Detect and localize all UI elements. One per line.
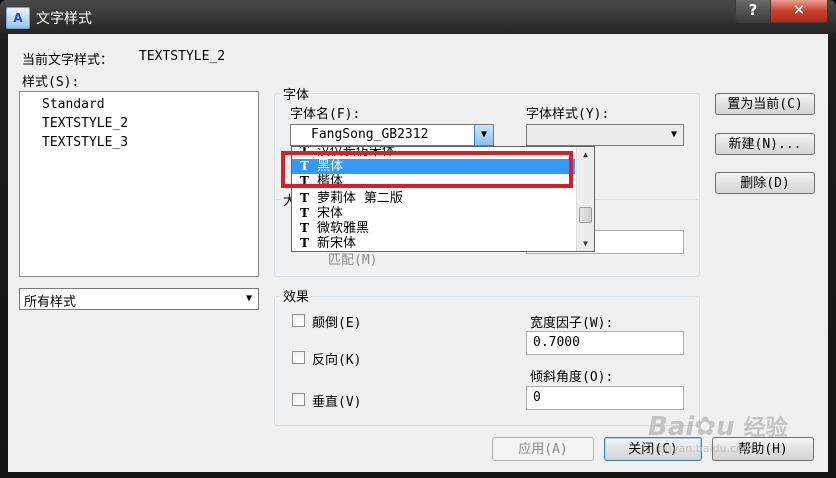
style-filter-select[interactable]: 所有样式 ▼	[19, 288, 259, 310]
style-filter-value: 所有样式	[24, 295, 77, 310]
baidu-watermark: Bai✿u 经验 jingyan.baidu.com	[648, 414, 788, 455]
style-item-textstyle-2[interactable]: TEXTSTYLE_2	[42, 116, 128, 131]
style-item-standard[interactable]: Standard	[42, 97, 105, 112]
width-factor-field[interactable]: 0.7000	[526, 331, 684, 355]
font-option-label: 微软雅黑	[317, 221, 370, 236]
font-option-label: 新宋体	[317, 236, 357, 251]
new-style-button[interactable]: 新建(N)...	[715, 133, 815, 155]
current-style-label: 当前文字样式：	[22, 53, 114, 68]
close-icon[interactable]: ✕	[770, 0, 828, 23]
font-option-xin-songti[interactable]: T 新宋体	[292, 236, 575, 251]
vertical-checkbox[interactable]	[292, 393, 305, 406]
title-bar[interactable]: A 文字样式 ? ✕	[0, 0, 836, 34]
font-option-label: 宋体	[317, 206, 344, 221]
set-current-button[interactable]: 置为当前(C)	[715, 93, 815, 115]
scroll-down-icon[interactable]: ▼	[577, 236, 594, 251]
font-style-select[interactable]: ▼	[526, 124, 684, 146]
help-icon[interactable]: ?	[735, 0, 771, 23]
vertical-label: 垂直(V)	[312, 395, 362, 410]
truetype-icon: T	[300, 236, 309, 250]
dialog-body: 当前文字样式： TEXTSTYLE_2 样式(S): Standard TEXT…	[8, 34, 828, 472]
apply-button[interactable]: 应用(A)	[492, 437, 594, 461]
app-icon: A	[6, 7, 30, 29]
delete-style-button[interactable]: 删除(D)	[715, 172, 815, 194]
style-item-textstyle-3[interactable]: TEXTSTYLE_3	[42, 135, 128, 150]
font-option-songti[interactable]: T 宋体	[292, 206, 575, 221]
font-option-label: 萝莉体 第二版	[317, 191, 403, 206]
styles-label: 样式(S):	[22, 75, 80, 90]
upside-down-checkbox[interactable]	[292, 314, 305, 327]
effects-group-legend: 效果	[281, 286, 312, 305]
oblique-angle-label: 倾斜角度(O):	[530, 370, 614, 385]
scroll-thumb[interactable]	[579, 207, 592, 223]
chevron-down-icon[interactable]: ▼	[665, 125, 683, 145]
truetype-icon: T	[300, 221, 309, 235]
font-name-label: 字体名(F):	[290, 107, 361, 122]
watermark-jingyan: 经验	[743, 416, 788, 441]
chevron-down-icon[interactable]: ▼	[240, 289, 258, 309]
truetype-icon: T	[300, 206, 309, 220]
scroll-up-icon[interactable]: ▲	[577, 147, 594, 162]
truetype-icon: T	[300, 191, 309, 205]
paw-icon: ✿	[694, 412, 717, 442]
styles-list[interactable]: Standard TEXTSTYLE_2 TEXTSTYLE_3	[19, 91, 259, 277]
font-style-label: 字体样式(Y):	[526, 107, 610, 122]
font-name-select[interactable]: FangSong_GB2312 ▼	[290, 124, 494, 146]
watermark-brand: Bai	[648, 412, 695, 442]
backwards-checkbox[interactable]	[292, 351, 305, 364]
dropdown-scrollbar[interactable]: ▲ ▼	[576, 147, 594, 251]
current-style-value: TEXTSTYLE_2	[139, 49, 226, 64]
backwards-label: 反向(K)	[312, 353, 362, 368]
width-factor-label: 宽度因子(W):	[530, 316, 614, 331]
font-name-value: FangSong_GB2312	[311, 127, 429, 142]
font-option-weiruan-yahei[interactable]: T 微软雅黑	[292, 221, 575, 236]
highlight-box	[281, 151, 573, 188]
oblique-angle-field[interactable]: 0	[526, 386, 684, 410]
font-group-legend: 字体	[281, 84, 312, 103]
chevron-down-icon[interactable]: ▼	[474, 125, 493, 145]
watermark-url: jingyan.baidu.com	[652, 442, 754, 455]
window-title: 文字样式	[36, 11, 92, 27]
upside-down-label: 颠倒(E)	[312, 316, 362, 331]
dialog-window: A 文字样式 ? ✕ 当前文字样式： TEXTSTYLE_2 样式(S): St…	[0, 0, 836, 478]
watermark-brand-suffix: u	[716, 412, 735, 442]
font-option-luoli[interactable]: T 萝莉体 第二版	[292, 191, 575, 206]
